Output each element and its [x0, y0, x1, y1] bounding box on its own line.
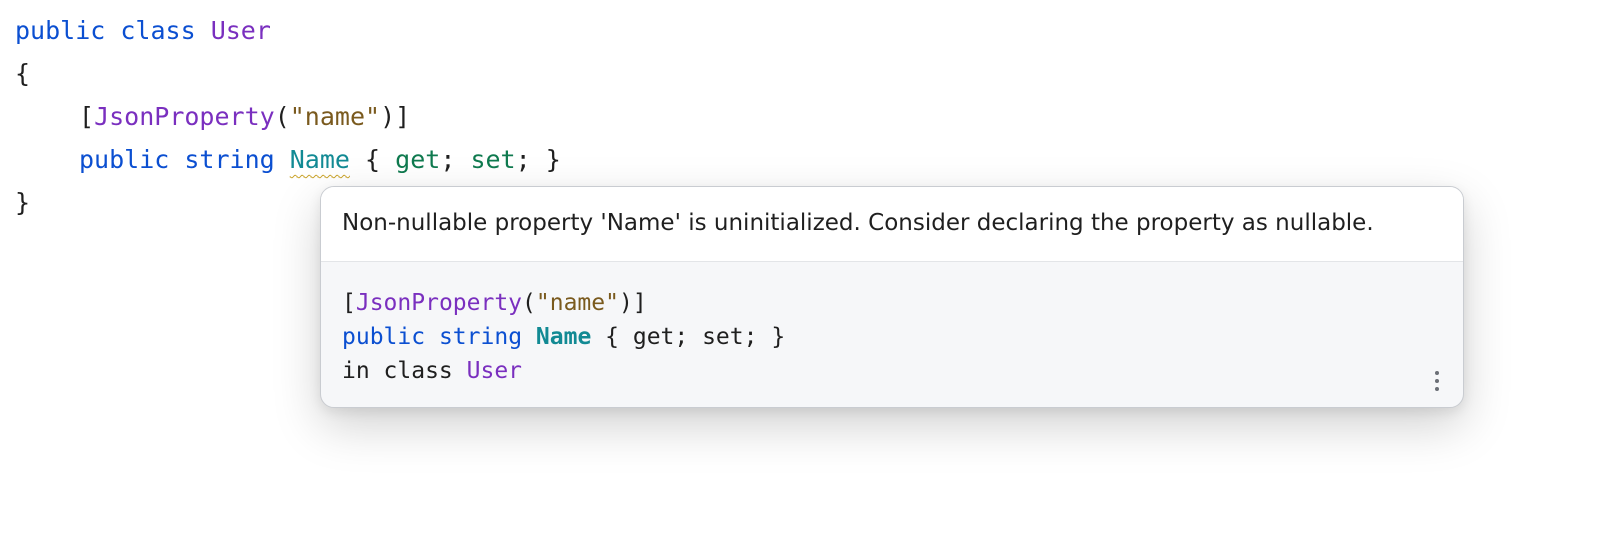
bracket-open: [ — [79, 102, 95, 131]
containing-class-link[interactable]: User — [467, 358, 522, 384]
popup-code-line-3: in class User — [342, 354, 522, 388]
paren-close: ) — [618, 290, 633, 316]
more-dot — [1435, 371, 1439, 375]
string-literal: "name" — [289, 102, 381, 131]
property-name-warning[interactable]: Name — [290, 145, 350, 174]
bracket-open: [ — [342, 290, 356, 316]
more-dot — [1435, 387, 1439, 391]
bracket-close: ] — [395, 102, 411, 131]
popup-code-line-2: public string Name { get; set; } — [342, 320, 785, 354]
attribute-json-property[interactable]: JsonProperty — [94, 102, 275, 131]
inspection-tooltip-popup[interactable]: Non-nullable property 'Name' is uninitia… — [320, 186, 1464, 408]
brace-open: { — [365, 145, 381, 174]
code-line-2: { — [15, 56, 30, 92]
keyword-public: public — [79, 145, 170, 174]
string-literal: "name" — [535, 290, 619, 316]
semicolon: ; — [440, 145, 456, 174]
brace-open: { — [15, 59, 31, 88]
keyword-string: string — [438, 324, 523, 350]
more-dot — [1435, 379, 1439, 383]
class-name-user[interactable]: User — [211, 16, 271, 45]
accessor-set: set — [470, 145, 516, 174]
keyword-string: string — [184, 145, 275, 174]
keyword-public: public — [15, 16, 106, 45]
code-line-3: [JsonProperty("name")] — [79, 99, 410, 135]
keyword-class: class — [120, 16, 196, 45]
paren-open: ( — [274, 102, 290, 131]
brace-close: } — [15, 188, 31, 217]
code-line-5: } — [15, 185, 30, 221]
popup-header: Non-nullable property 'Name' is uninitia… — [321, 187, 1463, 262]
paren-open: ( — [522, 290, 536, 316]
more-vertical-icon[interactable] — [1425, 365, 1449, 397]
paren-close: ) — [380, 102, 396, 131]
brace-close: } — [545, 145, 561, 174]
containing-type-prefix: in class — [342, 358, 453, 384]
accessor-get: get — [395, 145, 441, 174]
property-name: Name — [535, 324, 592, 350]
code-line-4: public string Name { get; set; } — [79, 142, 561, 178]
keyword-public: public — [342, 324, 426, 350]
popup-code-line-1: [JsonProperty("name")] — [342, 286, 647, 320]
warning-message: Non-nullable property 'Name' is uninitia… — [342, 210, 1374, 236]
code-line-1: public class User — [15, 13, 271, 49]
semicolon: ; — [515, 145, 531, 174]
bracket-close: ] — [632, 290, 647, 316]
accessor-block: { get; set; } — [605, 324, 786, 350]
attribute-json-property[interactable]: JsonProperty — [356, 290, 522, 316]
